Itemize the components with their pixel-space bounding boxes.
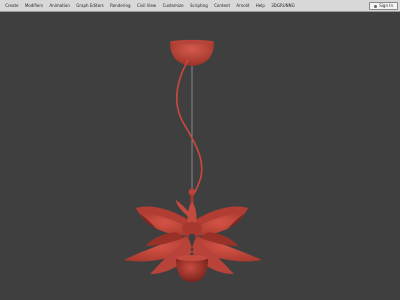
menu-help[interactable]: Help	[253, 0, 269, 12]
menu-items: Create Modifiers Animation Graph Editors…	[0, 0, 298, 11]
menu-plugin[interactable]: 3DGRUNNG	[268, 0, 298, 12]
menu-graph-editors[interactable]: Graph Editors	[73, 0, 107, 12]
pendant-lamp-model[interactable]	[0, 12, 400, 300]
3d-viewport[interactable]	[0, 12, 400, 300]
menu-create[interactable]: Create	[2, 0, 22, 12]
power-cord	[175, 59, 203, 195]
lamp-hub	[182, 222, 202, 234]
menu-rendering[interactable]: Rendering	[107, 0, 134, 12]
sign-in-label: Sign In	[379, 3, 393, 8]
menu-scripting[interactable]: Scripting	[187, 0, 211, 12]
lamp-bulb	[176, 255, 208, 282]
menu-modifiers[interactable]: Modifiers	[22, 0, 47, 12]
application-window: Create Modifiers Animation Graph Editors…	[0, 0, 400, 300]
menu-bar: Create Modifiers Animation Graph Editors…	[0, 0, 400, 12]
menu-content[interactable]: Content	[211, 0, 233, 12]
ceiling-canopy	[170, 39, 214, 66]
user-icon	[374, 4, 378, 8]
sign-in-button[interactable]: Sign In	[369, 2, 398, 10]
menu-customize[interactable]: Customize	[159, 0, 186, 12]
menu-animation[interactable]: Animation	[46, 0, 73, 12]
menu-civil-view[interactable]: Civil View	[134, 0, 160, 12]
menu-arnold[interactable]: Arnold	[233, 0, 252, 12]
